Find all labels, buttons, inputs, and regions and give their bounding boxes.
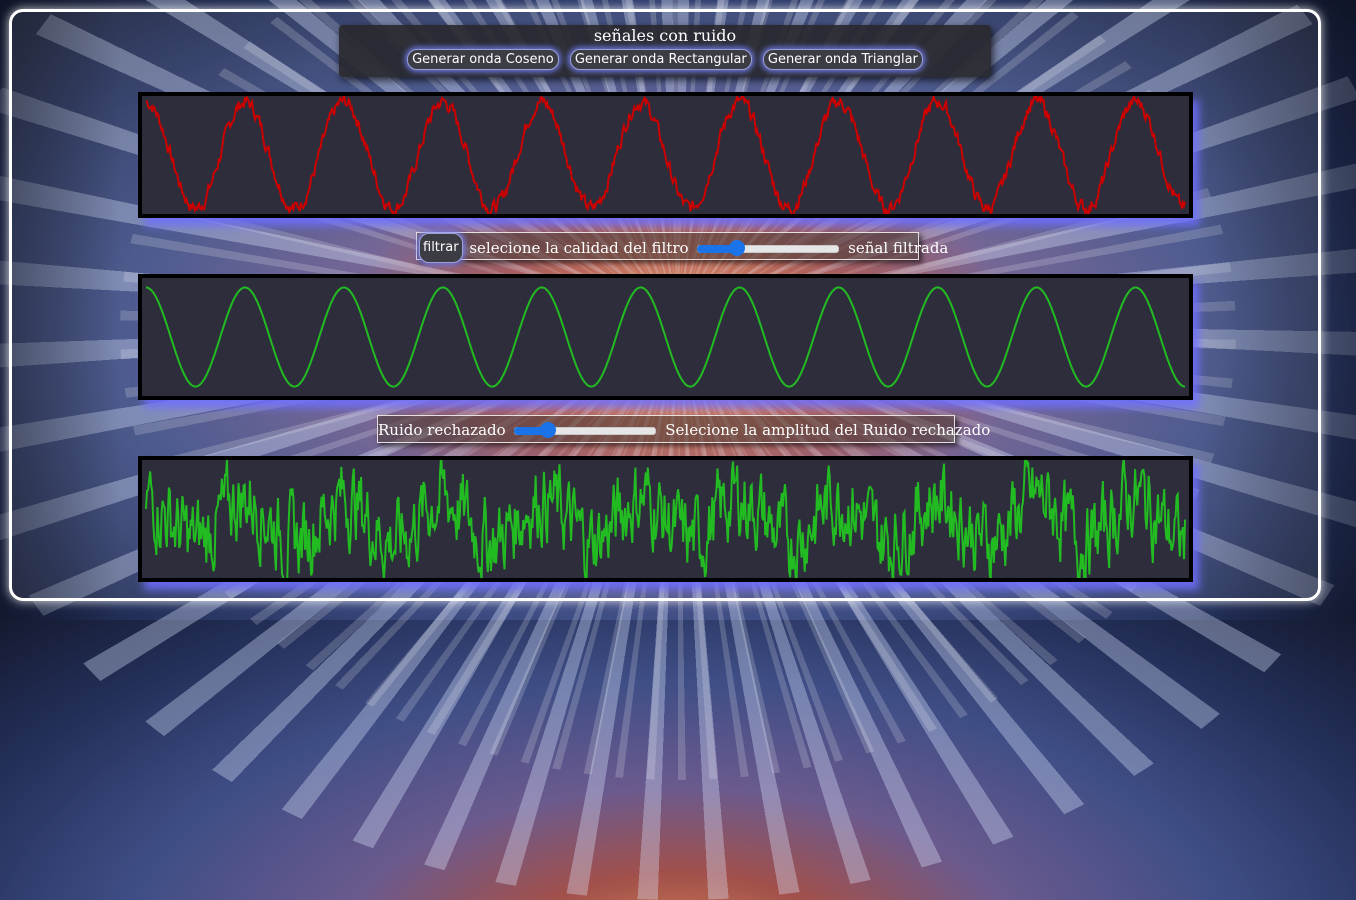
filter-quality-slider[interactable] [697, 240, 840, 256]
slider-thumb[interactable] [539, 422, 556, 438]
rejected-noise-line [145, 460, 1186, 578]
page-title: señales con ruido [593, 26, 737, 45]
noise-amplitude-slider[interactable] [514, 422, 657, 438]
filtered-signal-canvas [138, 274, 1193, 400]
filter-quality-label: selecione la calidad del filtro [469, 239, 689, 257]
generate-cosine-button[interactable]: Generar onda Coseno [407, 49, 559, 70]
noisy-signal-line [145, 96, 1186, 214]
generator-buttons: Generar onda Coseno Generar onda Rectang… [339, 48, 991, 70]
filtered-signal-label: señal filtrada [848, 239, 949, 257]
rejected-noise-canvas [138, 456, 1193, 582]
slider-thumb[interactable] [728, 240, 745, 256]
rejected-noise-plot [145, 460, 1186, 578]
generate-rectangular-button[interactable]: Generar onda Rectangular [569, 49, 752, 70]
filtered-signal-plot [145, 286, 1186, 388]
header-box: señales con ruido Generar onda Coseno Ge… [339, 25, 991, 77]
filter-controls: filtrar selecione la calidad del filtro … [416, 232, 948, 263]
rejected-noise-label: Ruido rechazado [378, 421, 506, 439]
filter-button[interactable]: filtrar [419, 233, 463, 263]
noise-amplitude-label: Selecione la amplitud del Ruido rechazad… [665, 421, 991, 439]
noisy-signal-plot [145, 96, 1186, 214]
noise-controls: Ruido rechazado Selecione la amplitud de… [377, 415, 990, 443]
noisy-signal-canvas [138, 92, 1193, 218]
filtered-signal-line [145, 286, 1186, 388]
generate-triangular-button[interactable]: Generar onda Trianglar [762, 49, 923, 70]
